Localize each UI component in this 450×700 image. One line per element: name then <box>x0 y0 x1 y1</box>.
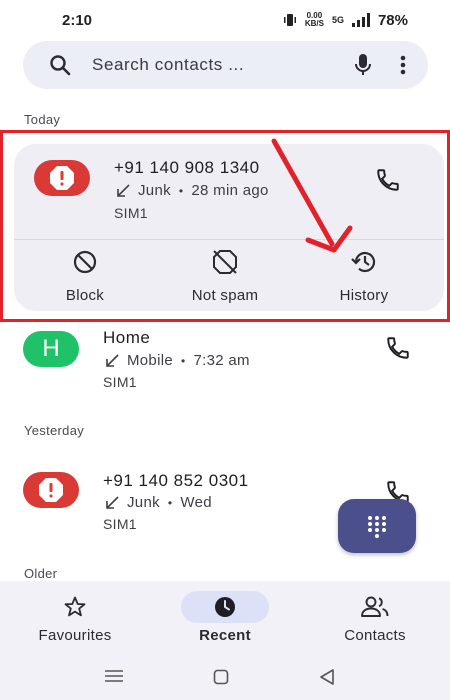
battery-level: 78% <box>377 11 408 29</box>
history-button[interactable]: History <box>304 248 424 304</box>
not-spam-icon <box>213 250 237 274</box>
net-speed: 0.00 KB/S <box>304 11 324 28</box>
phone-icon <box>377 169 399 191</box>
nav-favourites-label: Favourites <box>38 627 112 644</box>
block-label: Block <box>65 287 105 304</box>
microphone-icon[interactable] <box>354 53 372 77</box>
recents-menu-icon[interactable] <box>104 669 124 683</box>
bottom-navigation: Favourites Recent Contacts <box>0 581 450 651</box>
section-today: Today <box>24 112 61 127</box>
dialpad-button[interactable] <box>338 499 416 553</box>
call-back-button[interactable] <box>382 332 414 364</box>
vibrate-icon <box>283 14 296 26</box>
spam-warning-icon <box>39 478 63 502</box>
history-icon <box>351 251 376 273</box>
status-bar: 2:10 0.00 KB/S 5G 78% <box>0 0 450 40</box>
incoming-call-icon <box>106 353 119 367</box>
block-icon <box>73 250 97 274</box>
call-number: +91 140 908 1340 <box>114 158 260 177</box>
spam-avatar <box>23 472 79 508</box>
back-triangle-icon[interactable] <box>318 668 336 686</box>
block-button[interactable]: Block <box>25 248 145 304</box>
contacts-icon <box>361 596 389 617</box>
call-sim: SIM1 <box>103 374 137 390</box>
signal-icon <box>351 13 370 27</box>
nav-contacts[interactable]: Contacts <box>300 591 450 644</box>
clock-icon <box>215 597 235 617</box>
network-type: 5G <box>331 15 344 25</box>
section-yesterday: Yesterday <box>24 423 85 438</box>
call-back-button[interactable] <box>372 164 404 196</box>
section-older: Older <box>24 566 58 581</box>
not-spam-button[interactable]: Not spam <box>165 248 285 304</box>
call-number: +91 140 852 0301 <box>103 471 249 490</box>
spam-warning-icon <box>50 166 74 190</box>
nav-contacts-label: Contacts <box>344 627 406 644</box>
search-bar[interactable]: Search contacts ... <box>23 41 428 89</box>
nav-recent[interactable]: Recent <box>150 591 300 644</box>
nav-favourites[interactable]: Favourites <box>0 591 150 644</box>
call-details: Junk • 28 min ago <box>116 182 269 199</box>
card-divider <box>14 239 444 240</box>
home-square-icon[interactable] <box>213 669 229 685</box>
call-sim: SIM1 <box>114 205 148 221</box>
call-sim: SIM1 <box>103 516 137 532</box>
star-icon <box>64 596 86 617</box>
phone-icon <box>387 337 409 359</box>
incoming-call-icon <box>117 183 130 197</box>
not-spam-label: Not spam <box>191 287 259 304</box>
contact-avatar: H <box>23 331 79 367</box>
system-navigation <box>0 651 450 700</box>
status-time: 2:10 <box>62 11 93 29</box>
call-name: Home <box>103 328 151 347</box>
call-details: Junk • Wed <box>105 494 212 511</box>
incoming-call-icon <box>106 495 119 509</box>
nav-recent-label: Recent <box>199 627 251 644</box>
status-icons: 0.00 KB/S 5G 78% <box>283 12 408 29</box>
call-details: Mobile • 7:32 am <box>105 352 250 369</box>
search-icon[interactable] <box>48 53 72 77</box>
search-input[interactable]: Search contacts ... <box>92 55 354 75</box>
spam-avatar <box>34 160 90 196</box>
more-options-icon[interactable] <box>400 55 406 75</box>
history-label: History <box>339 287 389 304</box>
dialpad-icon <box>368 516 386 538</box>
